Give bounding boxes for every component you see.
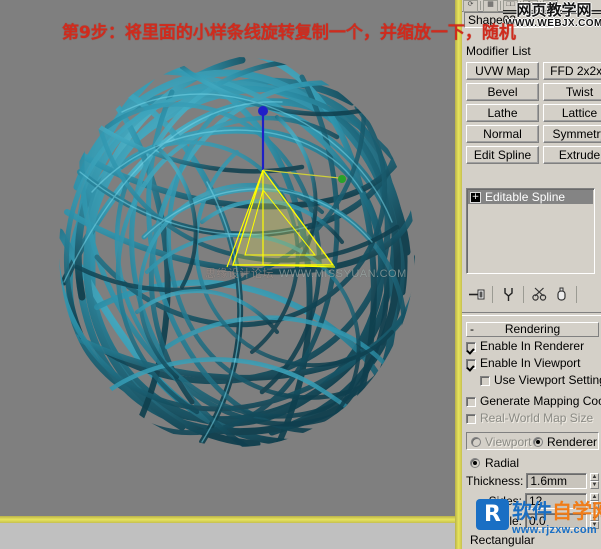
modifier-button-bevel[interactable]: Bevel <box>466 83 539 101</box>
viewport-watermark-cn: 思缘设计论坛 <box>205 268 274 280</box>
object-name-row[interactable]: Shape03 <box>464 12 554 28</box>
toolbar-separator <box>500 1 501 10</box>
checkbox-row-real-world-map-size: Real-World Map Size <box>466 411 601 426</box>
real-world-map-size-checkbox <box>466 413 476 424</box>
modifier-button-uvw-map[interactable]: UVW Map <box>466 62 539 80</box>
modifier-button-normal[interactable]: Normal <box>466 125 539 143</box>
collapse-rollout-icon[interactable]: - <box>470 323 474 336</box>
modifier-button-ffd-2x2x2[interactable]: FFD 2x2x2 <box>543 62 601 80</box>
viewport-radio-label: Viewport <box>485 435 532 449</box>
select-object-icon[interactable]: ⟳ <box>463 0 478 12</box>
logo-mark-icon: R <box>476 499 509 530</box>
stack-tool-separator <box>492 285 493 303</box>
toolbar-separator <box>540 1 541 10</box>
stack-empty-area[interactable] <box>468 204 593 271</box>
enable-in-viewport-label: Enable In Viewport <box>480 356 581 370</box>
logo-watermark: R 软件自学网 www.rjzxw.com <box>476 499 601 543</box>
checkbox-row-use-viewport-settings[interactable]: Use Viewport Settings <box>480 373 601 388</box>
logo-cn-orange: 自学网 <box>552 499 601 523</box>
command-panel[interactable]: ⟳ ▦ □□ ↻ ▭ Shape03 网页教学网 WWW.WEBJX.COM M… <box>462 0 601 549</box>
pin-stack-icon[interactable] <box>466 284 488 304</box>
viewport-radio-row[interactable]: Viewport <box>471 436 531 448</box>
perspective-viewport[interactable]: 思缘设计论坛 WWW.MISSYUAN.COM <box>0 0 462 549</box>
checkbox-row-generate-mapping-coords[interactable]: Generate Mapping Coords <box>466 394 601 409</box>
remove-modifier-icon[interactable] <box>550 284 572 304</box>
logo-watermark-cn: 软件自学网 <box>512 499 601 523</box>
radial-radio-row[interactable]: Radial <box>470 457 601 469</box>
viewport-active-border-bottom <box>0 516 462 523</box>
stack-item-label: Editable Spline <box>485 190 566 204</box>
toolbar-separator <box>480 1 481 10</box>
toolbar-separator <box>520 1 521 10</box>
modifier-button-lathe[interactable]: Lathe <box>466 104 539 122</box>
expand-stack-icon[interactable]: + <box>470 191 481 203</box>
select-by-name-icon[interactable]: ▦ <box>483 0 498 12</box>
watermark-rule <box>503 10 601 14</box>
viewport-watermark-url: WWW.MISSYUAN.COM <box>279 268 407 280</box>
renderer-radio[interactable] <box>533 437 543 447</box>
use-viewport-settings-label: Use Viewport Settings <box>494 373 601 387</box>
use-viewport-settings-checkbox[interactable] <box>480 375 490 386</box>
checkbox-row-enable-in-viewport[interactable]: Enable In Viewport <box>466 356 601 371</box>
thickness-input[interactable]: 1.6mm <box>526 473 587 489</box>
radial-radio[interactable] <box>470 458 480 468</box>
thickness-row[interactable]: Thickness: 1.6mm ▲ ▼ <box>466 473 599 489</box>
real-world-map-size-label: Real-World Map Size <box>480 411 594 425</box>
rendering-rollout-header[interactable]: - Rendering <box>466 322 599 337</box>
logo-watermark-url: www.rjzxw.com <box>512 524 597 536</box>
enable-in-renderer-checkbox[interactable] <box>466 341 476 352</box>
make-unique-icon[interactable] <box>528 284 550 304</box>
show-end-result-icon[interactable] <box>497 284 519 304</box>
viewport-watermark: 思缘设计论坛 WWW.MISSYUAN.COM <box>205 265 407 281</box>
radial-radio-label: Radial <box>485 456 520 470</box>
generate-mapping-coords-label: Generate Mapping Coords <box>480 394 601 408</box>
renderer-radio-label: Renderer <box>547 435 598 449</box>
stack-tool-separator <box>523 285 524 303</box>
modifier-stack-toolbar[interactable] <box>466 281 601 307</box>
rendering-rollout-title: Rendering <box>504 322 561 336</box>
modifier-stack[interactable]: + Editable Spline <box>466 188 595 274</box>
stack-item-editable-spline[interactable]: + Editable Spline <box>468 190 593 204</box>
object-name-field[interactable]: Shape03 <box>464 12 554 28</box>
viewport-active-border-right <box>455 0 462 549</box>
enable-in-viewport-checkbox[interactable] <box>466 358 476 369</box>
panel-divider <box>462 312 601 316</box>
viewport-bottom-strip <box>0 523 462 549</box>
thickness-spinner[interactable]: ▲ ▼ <box>590 473 599 489</box>
thickness-label: Thickness: <box>466 473 524 488</box>
modifier-button-edit-spline[interactable]: Edit Spline <box>466 146 539 164</box>
viewport-radio[interactable] <box>471 437 481 447</box>
modifier-button-twist[interactable]: Twist <box>543 83 601 101</box>
enable-in-renderer-label: Enable In Renderer <box>480 339 585 353</box>
checkbox-row-enable-in-renderer[interactable]: Enable In Renderer <box>466 339 601 354</box>
modifier-button-grid[interactable]: UVW Map FFD 2x2x2 Bevel Twist Lathe Latt… <box>466 62 601 164</box>
stack-tool-separator <box>576 285 577 303</box>
modifier-button-extrude[interactable]: Extrude <box>543 146 601 164</box>
modifier-button-lattice[interactable]: Lattice <box>543 104 601 122</box>
generate-mapping-coords-checkbox[interactable] <box>466 396 476 407</box>
modifier-button-symmetry[interactable]: Symmetry <box>543 125 601 143</box>
wireframe-sphere-object[interactable] <box>52 52 422 452</box>
modifier-list-label[interactable]: Modifier List <box>464 43 600 59</box>
viewport-renderer-radio-group[interactable]: Viewport Renderer <box>466 432 599 450</box>
logo-cn-blue: 软件 <box>512 499 552 523</box>
renderer-radio-row[interactable]: Renderer <box>533 436 597 448</box>
sphere-wireframe-svg <box>59 57 415 447</box>
